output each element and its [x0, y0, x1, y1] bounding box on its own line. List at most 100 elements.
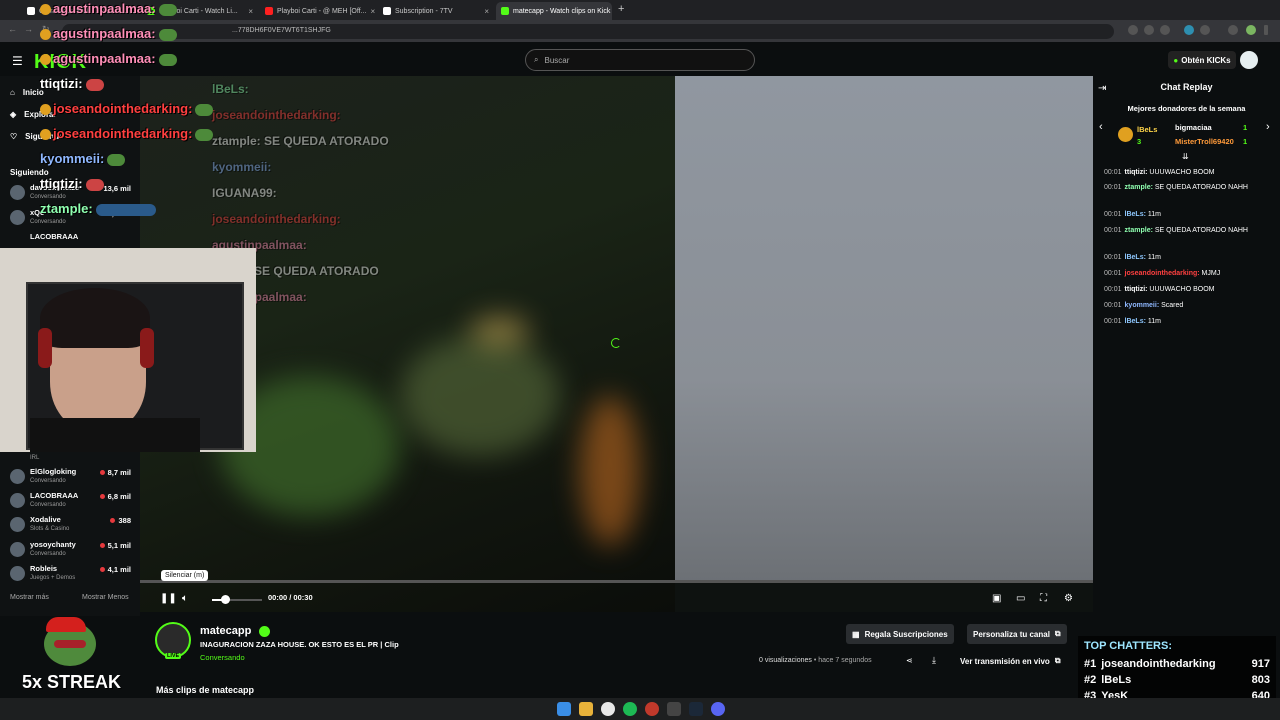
sidebar-channel[interactable]: LACOBRAAA Conversando 6,8 mil: [10, 491, 135, 515]
media-icon[interactable]: [1228, 25, 1238, 35]
eye-off-icon[interactable]: [1144, 25, 1154, 35]
close-icon[interactable]: ×: [248, 7, 253, 16]
menu-dots-icon[interactable]: [1264, 25, 1268, 35]
sidebar-channel[interactable]: yosoychanty Conversando 5,1 mil: [10, 540, 135, 564]
badge-icon: [40, 29, 51, 41]
spotify-icon[interactable]: [623, 702, 637, 716]
download-icon[interactable]: ⤓: [932, 655, 936, 666]
gift-icon: ▦: [852, 629, 860, 639]
file-explorer-icon[interactable]: [579, 702, 593, 716]
pause-icon[interactable]: ❚❚: [160, 593, 177, 604]
chrome-icon[interactable]: [601, 702, 615, 716]
browser-tab-active[interactable]: matecapp - Watch clips on Kick×: [496, 2, 612, 20]
viewer-count: 388: [110, 516, 131, 525]
message-text: UUUWACHO BOOM: [1149, 169, 1215, 176]
profile-icon[interactable]: [1246, 25, 1256, 35]
zoom-icon[interactable]: [1128, 25, 1138, 35]
stream-overlay-line: joseandointhedarking:: [212, 108, 341, 122]
loading-spinner-icon: [611, 338, 621, 348]
message-user[interactable]: joseandointhedarking:: [1125, 270, 1200, 277]
avatar: [10, 542, 25, 557]
chrome-app-icon[interactable]: [645, 702, 659, 716]
compass-icon: ◈: [10, 110, 17, 119]
discord-icon[interactable]: [711, 702, 725, 716]
emote-icon: [158, 3, 177, 16]
video-blur: [580, 396, 640, 546]
message-user[interactable]: lBeLs:: [1125, 254, 1146, 261]
donor-badge-icon: [1118, 127, 1133, 142]
progress-bar[interactable]: [140, 580, 1093, 583]
extensions-icon[interactable]: [1200, 25, 1210, 35]
message-user[interactable]: ttiqtizi:: [1125, 286, 1148, 293]
chevron-left-icon[interactable]: ‹: [1099, 121, 1103, 133]
overlay-chat-line: joseandointhedarking:: [40, 121, 214, 146]
streamer-name[interactable]: matecapp: [200, 625, 251, 637]
browser-tab[interactable]: Subscription - 7TV ×: [378, 2, 494, 20]
epic-games-icon[interactable]: [667, 702, 681, 716]
chat-title: Chat Replay: [1160, 82, 1213, 92]
message-user[interactable]: ttiqtizi:: [1125, 169, 1148, 176]
sidebar-channel[interactable]: LACOBRAAA: [10, 232, 135, 244]
donor-count: 3: [1137, 137, 1142, 146]
forward-icon[interactable]: →: [24, 24, 33, 34]
message-user[interactable]: ztample:: [1125, 227, 1153, 234]
pepe-mouth: [54, 640, 86, 648]
search-input[interactable]: ⌕ Buscar: [525, 49, 755, 71]
fullscreen-icon[interactable]: ⛶: [1040, 593, 1047, 604]
message-time: 00:01: [1104, 169, 1122, 176]
user-avatar[interactable]: [1240, 51, 1258, 69]
close-icon[interactable]: ×: [370, 7, 375, 16]
customize-channel-button[interactable]: Personaliza tu canal ⧉: [967, 624, 1067, 644]
overlay-chat-line: agustinpaalmaa:: [40, 46, 213, 71]
video-player[interactable]: lBeLs: joseandointhedarking: ztample: SE…: [140, 76, 1093, 612]
nav-home[interactable]: ⌂ Inicio: [10, 88, 44, 97]
chevron-right-icon[interactable]: ›: [1266, 121, 1270, 133]
message-text: 11m: [1147, 254, 1161, 261]
url-field[interactable]: ...778DH6F0VE7WT6T1SHJFG: [62, 24, 1114, 39]
search-placeholder: Buscar: [544, 55, 570, 65]
theater-mode-icon[interactable]: ▭: [1016, 593, 1025, 604]
show-more-button[interactable]: Mostrar más: [10, 594, 49, 601]
show-less-button[interactable]: Mostrar Menos: [82, 594, 129, 601]
donor-name[interactable]: MisterTroll69420: [1175, 137, 1234, 146]
watch-live-button[interactable]: Ver transmisión en vivo ⧉: [954, 651, 1067, 671]
star-icon[interactable]: [1160, 25, 1170, 35]
extension-icon[interactable]: [1184, 25, 1194, 35]
top-chatter-row: #2 lBeLs 803: [1084, 674, 1270, 686]
overlay-chat-user: joseandointhedarking:: [53, 101, 193, 116]
sidebar-channel[interactable]: ElGlogloking Conversando 8,7 mil: [10, 467, 135, 491]
donor-name[interactable]: bigmaciaa: [1175, 123, 1212, 132]
streamer-shirt: [30, 418, 200, 452]
chat-message: 00:01 ttiqtizi: UUUWACHO BOOM: [1104, 168, 1272, 178]
overlay-chat-user: ztample:: [40, 201, 93, 216]
close-icon[interactable]: ×: [484, 7, 489, 16]
settings-icon[interactable]: ⚙: [1064, 593, 1073, 604]
donor-count: 1: [1243, 123, 1248, 132]
message-user[interactable]: lBeLs:: [1125, 211, 1146, 218]
donor-name[interactable]: lBeLs: [1137, 125, 1157, 134]
windows-start-icon[interactable]: [557, 702, 571, 716]
browser-tab[interactable]: Playboi Carti - @ MEH [Off... ×: [260, 2, 376, 20]
message-user[interactable]: lBeLs:: [1125, 318, 1146, 325]
sidebar-channel[interactable]: Robleis Juegos + Demos 4,1 mil: [10, 564, 135, 588]
gift-subs-button[interactable]: ▦ Regala Suscripciones: [846, 624, 954, 644]
new-tab-button[interactable]: +: [618, 3, 624, 15]
message-user[interactable]: kyommeii:: [1125, 302, 1160, 309]
chevron-down-icon[interactable]: ⇊: [1182, 152, 1189, 161]
clip-category[interactable]: Conversando: [200, 653, 245, 662]
miniplayer-icon[interactable]: ▣: [992, 593, 1001, 604]
volume-knob[interactable]: [220, 595, 230, 604]
steam-icon[interactable]: [689, 702, 703, 716]
volume-icon[interactable]: 🔈︎: [182, 593, 188, 604]
channel-category: Juegos + Demos: [30, 575, 76, 581]
os-taskbar: [0, 698, 1280, 720]
sidebar-channel[interactable]: Xodalive Slots & Casino 388: [10, 515, 135, 539]
gift-subs-label: Regala Suscripciones: [864, 629, 948, 639]
share-icon[interactable]: ⋖: [906, 656, 913, 665]
get-kicks-button[interactable]: ● Obtén KICKs: [1168, 51, 1236, 69]
headset: [38, 328, 52, 368]
overlay-chat-user: joseandointhedarking:: [53, 126, 193, 141]
menu-icon[interactable]: ☰: [12, 54, 23, 68]
message-user[interactable]: ztample:: [1125, 184, 1153, 191]
back-icon[interactable]: ←: [8, 24, 17, 34]
